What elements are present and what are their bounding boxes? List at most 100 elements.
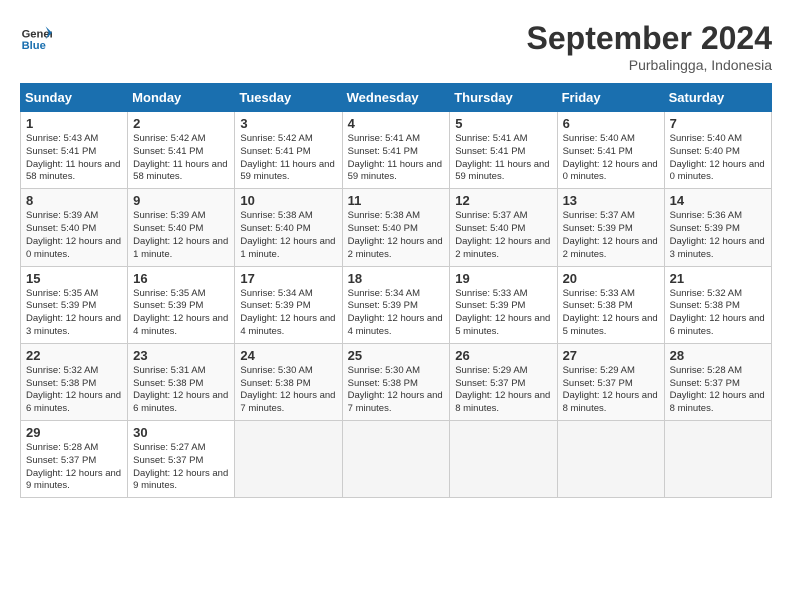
day-info: Sunrise: 5:29 AM Sunset: 5:37 PM Dayligh… (563, 365, 659, 416)
location: Purbalingga, Indonesia (527, 57, 772, 73)
svg-text:Blue: Blue (22, 40, 46, 52)
calendar-cell: 21 Sunrise: 5:32 AM Sunset: 5:38 PM Dayli… (664, 266, 771, 343)
day-info: Sunrise: 5:35 AM Sunset: 5:39 PM Dayligh… (26, 288, 122, 339)
calendar-cell: 8 Sunrise: 5:39 AM Sunset: 5:40 PM Daylig… (21, 189, 128, 266)
calendar-cell: 9 Sunrise: 5:39 AM Sunset: 5:40 PM Daylig… (128, 189, 235, 266)
calendar-cell: 26Sunrise: 5:29 AM Sunset: 5:37 PM Dayli… (450, 343, 557, 420)
calendar-week-row: 8 Sunrise: 5:39 AM Sunset: 5:40 PM Daylig… (21, 189, 772, 266)
day-number: 2 (133, 116, 229, 131)
day-info: Sunrise: 5:34 AM Sunset: 5:39 PM Dayligh… (348, 288, 445, 339)
day-info: Sunrise: 5:28 AM Sunset: 5:37 PM Dayligh… (26, 442, 122, 493)
day-info: Sunrise: 5:30 AM Sunset: 5:38 PM Dayligh… (348, 365, 445, 416)
day-info: Sunrise: 5:37 AM Sunset: 5:39 PM Dayligh… (563, 210, 659, 261)
calendar-cell: 1Sunrise: 5:43 AM Sunset: 5:41 PM Daylig… (21, 112, 128, 189)
day-number: 30 (133, 425, 229, 440)
day-number: 10 (240, 193, 336, 208)
day-info: Sunrise: 5:41 AM Sunset: 5:41 PM Dayligh… (348, 133, 445, 184)
day-info: Sunrise: 5:27 AM Sunset: 5:37 PM Dayligh… (133, 442, 229, 493)
calendar-cell: 24Sunrise: 5:30 AM Sunset: 5:38 PM Dayli… (235, 343, 342, 420)
page-header: General Blue September 2024 Purbalingga,… (20, 20, 772, 73)
logo-icon: General Blue (20, 20, 52, 52)
calendar-cell: 19 Sunrise: 5:33 AM Sunset: 5:39 PM Dayli… (450, 266, 557, 343)
day-number: 9 (133, 193, 229, 208)
month-title: September 2024 (527, 20, 772, 57)
day-number: 13 (563, 193, 659, 208)
day-info: Sunrise: 5:39 AM Sunset: 5:40 PM Dayligh… (133, 210, 229, 261)
calendar-cell: 12 Sunrise: 5:37 AM Sunset: 5:40 PM Dayli… (450, 189, 557, 266)
calendar-cell (450, 421, 557, 498)
day-number: 8 (26, 193, 122, 208)
day-number: 23 (133, 348, 229, 363)
calendar-cell: 28Sunrise: 5:28 AM Sunset: 5:37 PM Dayli… (664, 343, 771, 420)
day-number: 1 (26, 116, 122, 131)
day-info: Sunrise: 5:38 AM Sunset: 5:40 PM Dayligh… (240, 210, 336, 261)
day-info: Sunrise: 5:40 AM Sunset: 5:40 PM Dayligh… (670, 133, 766, 184)
calendar-cell: 10 Sunrise: 5:38 AM Sunset: 5:40 PM Dayli… (235, 189, 342, 266)
calendar-cell: 7Sunrise: 5:40 AM Sunset: 5:40 PM Daylig… (664, 112, 771, 189)
day-number: 3 (240, 116, 336, 131)
calendar-cell: 29Sunrise: 5:28 AM Sunset: 5:37 PM Dayli… (21, 421, 128, 498)
calendar-cell: 4 Sunrise: 5:41 AM Sunset: 5:41 PM Daylig… (342, 112, 450, 189)
day-number: 25 (348, 348, 445, 363)
calendar-cell: 11 Sunrise: 5:38 AM Sunset: 5:40 PM Dayli… (342, 189, 450, 266)
day-info: Sunrise: 5:34 AM Sunset: 5:39 PM Dayligh… (240, 288, 336, 339)
weekday-header-wednesday: Wednesday (342, 84, 450, 112)
weekday-header-row: SundayMondayTuesdayWednesdayThursdayFrid… (21, 84, 772, 112)
calendar-cell: 3 Sunrise: 5:42 AM Sunset: 5:41 PM Daylig… (235, 112, 342, 189)
weekday-header-thursday: Thursday (450, 84, 557, 112)
day-number: 12 (455, 193, 551, 208)
calendar-week-row: 22 Sunrise: 5:32 AM Sunset: 5:38 PM Dayli… (21, 343, 772, 420)
calendar-cell: 15Sunrise: 5:35 AM Sunset: 5:39 PM Dayli… (21, 266, 128, 343)
calendar-cell: 16 Sunrise: 5:35 AM Sunset: 5:39 PM Dayli… (128, 266, 235, 343)
weekday-header-monday: Monday (128, 84, 235, 112)
calendar-week-row: 1Sunrise: 5:43 AM Sunset: 5:41 PM Daylig… (21, 112, 772, 189)
weekday-header-tuesday: Tuesday (235, 84, 342, 112)
calendar-cell: 20 Sunrise: 5:33 AM Sunset: 5:38 PM Dayli… (557, 266, 664, 343)
day-number: 16 (133, 271, 229, 286)
day-number: 4 (348, 116, 445, 131)
day-number: 11 (348, 193, 445, 208)
calendar-cell: 27Sunrise: 5:29 AM Sunset: 5:37 PM Dayli… (557, 343, 664, 420)
day-info: Sunrise: 5:38 AM Sunset: 5:40 PM Dayligh… (348, 210, 445, 261)
day-number: 14 (670, 193, 766, 208)
calendar-cell (342, 421, 450, 498)
weekday-header-sunday: Sunday (21, 84, 128, 112)
weekday-header-friday: Friday (557, 84, 664, 112)
day-info: Sunrise: 5:42 AM Sunset: 5:41 PM Dayligh… (240, 133, 336, 184)
day-info: Sunrise: 5:37 AM Sunset: 5:40 PM Dayligh… (455, 210, 551, 261)
day-info: Sunrise: 5:36 AM Sunset: 5:39 PM Dayligh… (670, 210, 766, 261)
day-info: Sunrise: 5:31 AM Sunset: 5:38 PM Dayligh… (133, 365, 229, 416)
day-number: 19 (455, 271, 551, 286)
day-number: 17 (240, 271, 336, 286)
title-block: September 2024 Purbalingga, Indonesia (527, 20, 772, 73)
day-info: Sunrise: 5:42 AM Sunset: 5:41 PM Dayligh… (133, 133, 229, 184)
calendar-cell: 5Sunrise: 5:41 AM Sunset: 5:41 PM Daylig… (450, 112, 557, 189)
day-info: Sunrise: 5:41 AM Sunset: 5:41 PM Dayligh… (455, 133, 551, 184)
day-info: Sunrise: 5:40 AM Sunset: 5:41 PM Dayligh… (563, 133, 659, 184)
calendar-cell: 13 Sunrise: 5:37 AM Sunset: 5:39 PM Dayli… (557, 189, 664, 266)
calendar-cell (557, 421, 664, 498)
calendar-cell: 18Sunrise: 5:34 AM Sunset: 5:39 PM Dayli… (342, 266, 450, 343)
day-info: Sunrise: 5:35 AM Sunset: 5:39 PM Dayligh… (133, 288, 229, 339)
day-info: Sunrise: 5:32 AM Sunset: 5:38 PM Dayligh… (26, 365, 122, 416)
calendar-cell: 14 Sunrise: 5:36 AM Sunset: 5:39 PM Dayli… (664, 189, 771, 266)
day-info: Sunrise: 5:28 AM Sunset: 5:37 PM Dayligh… (670, 365, 766, 416)
calendar-cell: 17 Sunrise: 5:34 AM Sunset: 5:39 PM Dayli… (235, 266, 342, 343)
day-number: 21 (670, 271, 766, 286)
calendar-cell: 6Sunrise: 5:40 AM Sunset: 5:41 PM Daylig… (557, 112, 664, 189)
day-info: Sunrise: 5:33 AM Sunset: 5:39 PM Dayligh… (455, 288, 551, 339)
calendar-cell: 2 Sunrise: 5:42 AM Sunset: 5:41 PM Daylig… (128, 112, 235, 189)
calendar-cell: 25 Sunrise: 5:30 AM Sunset: 5:38 PM Dayli… (342, 343, 450, 420)
calendar-cell (664, 421, 771, 498)
day-info: Sunrise: 5:33 AM Sunset: 5:38 PM Dayligh… (563, 288, 659, 339)
day-number: 22 (26, 348, 122, 363)
day-number: 20 (563, 271, 659, 286)
day-info: Sunrise: 5:30 AM Sunset: 5:38 PM Dayligh… (240, 365, 336, 416)
calendar-week-row: 29Sunrise: 5:28 AM Sunset: 5:37 PM Dayli… (21, 421, 772, 498)
day-info: Sunrise: 5:29 AM Sunset: 5:37 PM Dayligh… (455, 365, 551, 416)
calendar-cell: 23 Sunrise: 5:31 AM Sunset: 5:38 PM Dayli… (128, 343, 235, 420)
day-info: Sunrise: 5:32 AM Sunset: 5:38 PM Dayligh… (670, 288, 766, 339)
logo: General Blue (20, 20, 52, 52)
calendar-cell (235, 421, 342, 498)
day-info: Sunrise: 5:39 AM Sunset: 5:40 PM Dayligh… (26, 210, 122, 261)
